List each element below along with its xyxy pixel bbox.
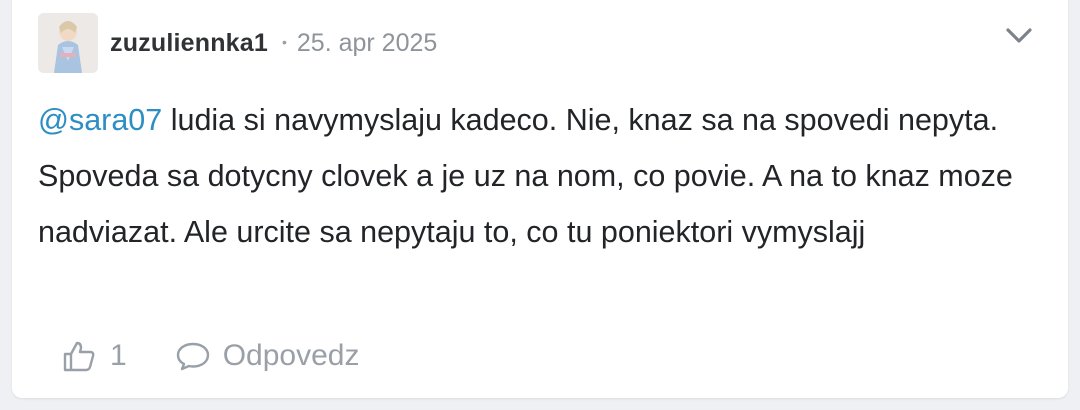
avatar-image [38, 13, 98, 73]
comment-body: @sara07 ludia si navymyslaju kadeco. Nie… [38, 92, 1028, 260]
reply-label: Odpovedz [222, 339, 360, 372]
comment-card: zuzuliennka1 • 25. apr 2025 @sara07 ludi… [12, 0, 1068, 398]
comment-header: zuzuliennka1 • 25. apr 2025 [38, 12, 437, 74]
chevron-down-icon[interactable] [1004, 20, 1034, 50]
separator-dot: • [282, 34, 287, 50]
comment-date: 25. apr 2025 [296, 28, 438, 57]
reply-button[interactable]: Odpovedz [175, 339, 360, 373]
mention-link[interactable]: @sara07 [38, 103, 162, 137]
speech-bubble-icon [176, 342, 209, 371]
thumbs-up-icon [63, 341, 95, 372]
comment-actions: 1 Odpovedz [62, 333, 359, 379]
like-count: 1 [110, 339, 127, 372]
author-name[interactable]: zuzuliennka1 [110, 29, 268, 58]
like-button[interactable]: 1 [62, 339, 127, 373]
comment-text: ludia si navymyslaju kadeco. Nie, knaz s… [38, 103, 1013, 249]
avatar[interactable] [38, 13, 98, 73]
